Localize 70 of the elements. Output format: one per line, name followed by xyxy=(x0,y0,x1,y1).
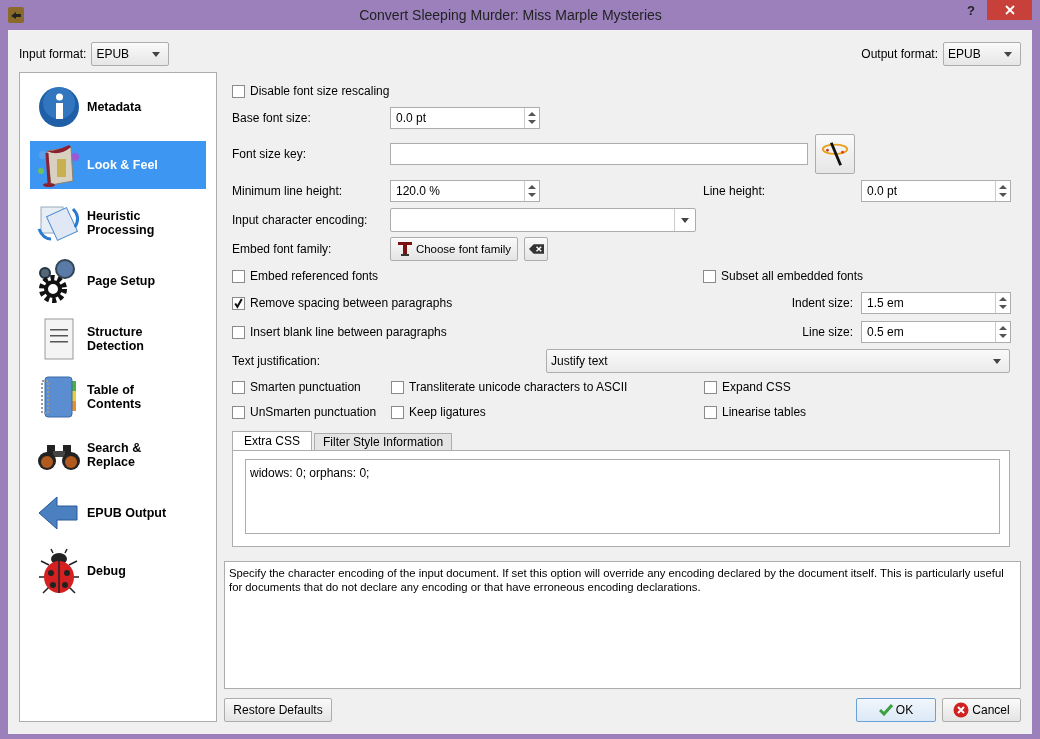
line-height-spinbox[interactable]: 0.0 pt xyxy=(861,180,1011,202)
checkbox[interactable]: Smarten punctuation xyxy=(232,375,391,399)
wizard-button[interactable] xyxy=(815,134,855,174)
font-size-key-label: Font size key: xyxy=(232,147,308,161)
text-justification-dropdown[interactable]: Justify text xyxy=(546,349,1010,373)
sidebar-item[interactable]: Table of Contents xyxy=(30,373,206,421)
tab[interactable]: Extra CSS xyxy=(232,431,312,450)
checkbox[interactable]: Remove spacing between paragraphs xyxy=(232,296,703,310)
line-size-label: Line size: xyxy=(801,325,854,339)
clear-button[interactable] xyxy=(524,237,548,261)
sidebar-item[interactable]: Page Setup xyxy=(30,257,206,305)
choose-font-family-button[interactable]: Choose font family xyxy=(390,237,518,261)
output-format-dropdown[interactable]: EPUB xyxy=(943,42,1021,66)
sidebar-item[interactable]: Structure Detection xyxy=(30,315,206,363)
input-encoding-dropdown[interactable] xyxy=(390,208,696,232)
input-format-label: Input format: xyxy=(19,47,87,61)
cancel-button[interactable]: Cancel xyxy=(942,698,1021,722)
tab[interactable]: Filter Style Information xyxy=(314,433,453,450)
app-icon xyxy=(8,7,24,23)
minimum-line-height-spinbox[interactable]: 120.0 % xyxy=(390,180,540,202)
caret-icon xyxy=(152,51,161,57)
checkbox[interactable]: UnSmarten punctuation xyxy=(232,400,391,424)
caret-icon xyxy=(1004,51,1012,57)
output-format-label: Output format: xyxy=(861,47,938,61)
spin-arrows-icon xyxy=(528,112,536,124)
input-encoding-label: Input character encoding: xyxy=(232,213,369,227)
spin-arrows-icon xyxy=(999,326,1007,338)
checkbox[interactable]: Subset all embedded fonts xyxy=(703,269,864,283)
indent-size-label: Indent size: xyxy=(790,296,854,310)
embed-font-family-label: Embed font family: xyxy=(232,242,333,256)
input-format-dropdown[interactable]: EPUB xyxy=(91,42,170,66)
font-size-key-field[interactable] xyxy=(390,143,808,165)
checkbox[interactable]: Disable font size rescaling xyxy=(232,84,832,98)
spin-arrows-icon xyxy=(999,185,1007,197)
close-button[interactable] xyxy=(987,0,1032,20)
checkbox[interactable]: Transliterate unicode characters to ASCII xyxy=(391,375,704,399)
checkbox[interactable]: Linearise tables xyxy=(704,400,1004,424)
indent-size-spinbox[interactable]: 1.5 em xyxy=(861,292,1011,314)
minimum-line-height-label: Minimum line height: xyxy=(232,184,344,198)
magic-wand-icon xyxy=(820,139,850,169)
help-button[interactable]: ? xyxy=(967,3,975,18)
caret-icon xyxy=(993,358,1001,364)
help-text: Specify the character encoding of the input document. If set this option will override any encoding declared by the document itself. This is particularly useful for documents that do not declare any encoding or that have erroneous encoding declarations. xyxy=(229,567,1004,593)
cancel-icon xyxy=(953,702,970,718)
sidebar-item[interactable]: Debug xyxy=(30,547,206,595)
ok-button[interactable]: OK xyxy=(856,698,936,722)
sidebar-item[interactable]: Search & Replace xyxy=(30,431,206,479)
caret-icon xyxy=(681,217,689,223)
sidebar-item[interactable]: EPUB Output xyxy=(30,489,206,537)
checkbox[interactable]: Insert blank line between paragraphs xyxy=(232,325,703,339)
checkbox[interactable]: Keep ligatures xyxy=(391,400,704,424)
checkbox[interactable]: Expand CSS xyxy=(704,375,1004,399)
text-justification-label: Text justification: xyxy=(232,354,322,368)
checkmark-icon xyxy=(233,297,244,309)
checkmark-icon xyxy=(878,704,893,716)
base-font-size-spinbox[interactable]: 0.0 pt xyxy=(390,107,540,129)
sidebar-item[interactable]: Metadata xyxy=(30,83,206,131)
sidebar-item[interactable]: Heuristic Processing xyxy=(30,199,206,247)
line-size-spinbox[interactable]: 0.5 em xyxy=(861,321,1011,343)
close-icon xyxy=(1004,5,1015,15)
extra-css-field[interactable]: widows: 0; orphans: 0; xyxy=(245,459,1000,534)
checkbox[interactable]: Embed referenced fonts xyxy=(232,269,703,283)
base-font-size-label: Base font size: xyxy=(232,111,312,125)
restore-defaults-button[interactable]: Restore Defaults xyxy=(224,698,332,722)
line-height-label: Line height: xyxy=(703,184,767,198)
window-title: Convert Sleeping Murder: Miss Marple Mysteries xyxy=(358,7,663,23)
spin-arrows-icon xyxy=(528,185,536,197)
spin-arrows-icon xyxy=(999,297,1007,309)
font-icon xyxy=(396,241,413,257)
backspace-icon xyxy=(528,244,544,254)
